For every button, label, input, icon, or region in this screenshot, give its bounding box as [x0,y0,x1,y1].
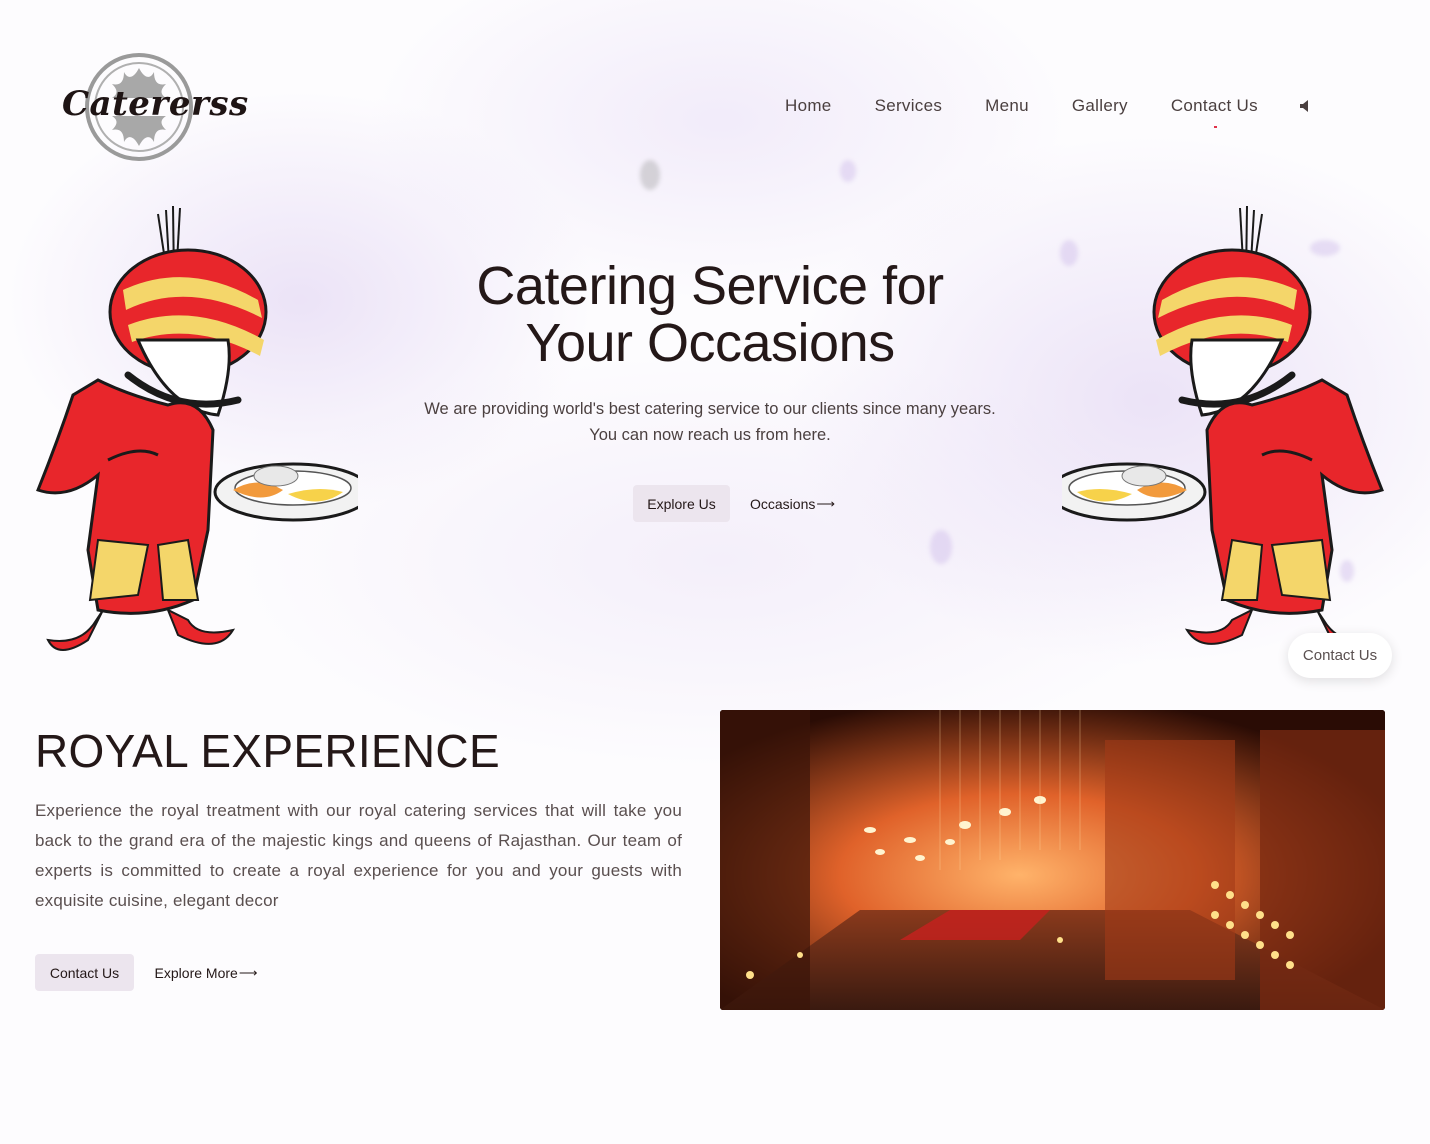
explore-more-link[interactable]: Explore More ⟶ [150,954,262,991]
explore-us-button[interactable]: Explore Us [633,485,730,522]
royal-title: ROYAL EXPERIENCE [35,725,500,777]
logo-text: Catererss [62,84,249,124]
hero-title: Catering Service for Your Occasions [380,258,1040,372]
explore-more-label: Explore More [154,964,238,981]
contact-us-label: Contact Us [49,964,120,981]
floating-contact-button[interactable]: Contact Us [1288,633,1392,678]
nav-contact-us[interactable]: Contact Us [1171,96,1258,128]
maharaja-mascot-right [1062,205,1384,651]
occasions-label: Occasions [750,495,816,512]
nav-menu[interactable]: Menu [985,96,1029,116]
logo[interactable]: Catererss [62,50,249,165]
main-nav: Home Services Menu Gallery Contact Us [785,96,1313,128]
hero-title-line2: Your Occasions [525,313,895,373]
speaker-icon[interactable] [1299,99,1313,113]
arrow-right-icon: ⟶ [238,964,258,980]
petal-decoration [930,530,952,564]
maharaja-mascot-left [36,205,358,651]
petal-decoration [840,160,856,182]
arrow-right-icon: ⟶ [816,495,835,511]
floating-contact-label: Contact Us [1302,647,1378,664]
occasions-link[interactable]: Occasions ⟶ [745,485,840,522]
hero-title-line1: Catering Service for [476,256,944,316]
nav-services[interactable]: Services [875,96,943,116]
hero-subtitle: We are providing world's best catering s… [424,400,996,444]
nav-home[interactable]: Home [785,96,832,116]
nav-gallery[interactable]: Gallery [1072,96,1128,116]
contact-us-button[interactable]: Contact Us [35,954,134,991]
explore-us-label: Explore Us [647,495,716,512]
petal-decoration [640,160,660,190]
royal-description: Experience the royal treatment with our … [35,801,682,910]
venue-image [720,710,1385,1010]
